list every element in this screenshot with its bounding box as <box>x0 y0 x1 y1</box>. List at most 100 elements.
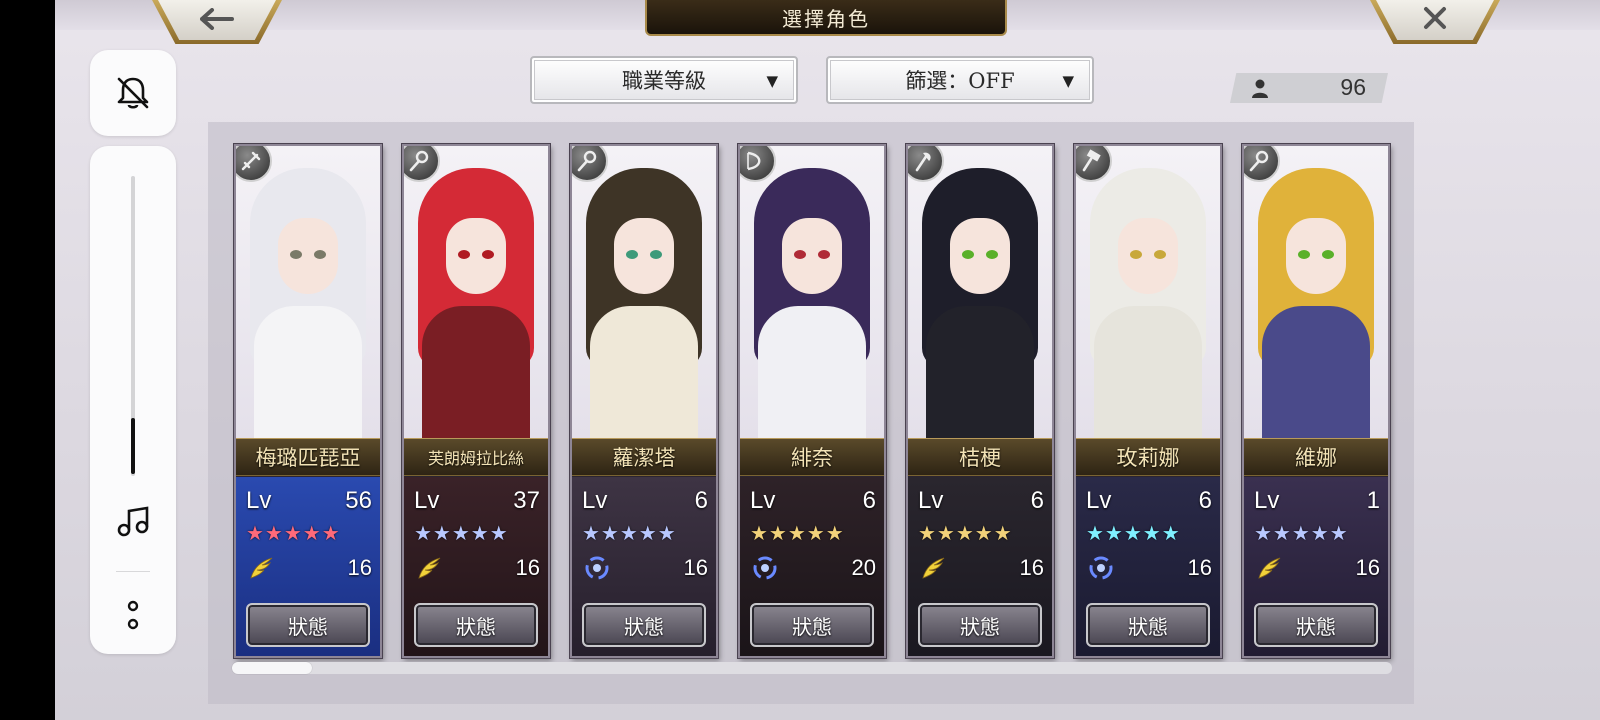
character-portrait[interactable] <box>908 146 1052 441</box>
character-namebar: 維娜 <box>1244 438 1388 476</box>
cost-value: 20 <box>851 555 876 580</box>
level-value: 37 <box>513 487 540 514</box>
game-screen: 選擇角色 職業等級 ▼ 篩選：OFF ▼ 96 梅璐匹琵亞 Lv 56 ★★★★… <box>55 0 1600 720</box>
status-button[interactable]: 狀態 <box>918 603 1042 647</box>
sort-dropdown-label: 職業等級 <box>622 69 706 93</box>
status-button[interactable]: 狀態 <box>246 603 370 647</box>
character-name: 維娜 <box>1295 446 1337 470</box>
wing-icon <box>248 555 274 581</box>
character-stats: Lv 6 ★★★★★ 20 狀態 <box>740 477 884 656</box>
character-portrait[interactable] <box>740 146 884 441</box>
filter-dropdown[interactable]: 篩選：OFF ▼ <box>826 56 1094 104</box>
character-portrait[interactable] <box>572 146 716 441</box>
character-count-badge: 96 <box>1230 73 1388 103</box>
close-icon <box>1423 4 1447 37</box>
status-button[interactable]: 狀態 <box>414 603 538 647</box>
character-card[interactable]: 芙朗姆拉比絲 Lv 37 ★★★★★ 16 狀態 <box>402 144 550 658</box>
character-card[interactable]: 緋奈 Lv 6 ★★★★★ 20 狀態 <box>738 144 886 658</box>
level-label: Lv <box>750 487 776 514</box>
character-namebar: 玫莉娜 <box>1076 438 1220 476</box>
character-card[interactable]: 蘿潔塔 Lv 6 ★★★★★ 16 狀態 <box>570 144 718 658</box>
volume-slider-thumb[interactable] <box>131 418 135 474</box>
wing-icon <box>920 555 946 581</box>
cost-value: 16 <box>683 555 708 580</box>
level-label: Lv <box>1086 487 1112 514</box>
character-stats: Lv 6 ★★★★★ 16 狀態 <box>908 477 1052 656</box>
character-roster: 梅璐匹琵亞 Lv 56 ★★★★★ 16 狀態 芙朗姆拉比絲 Lv 37 ★★★… <box>208 122 1414 704</box>
character-portrait[interactable] <box>236 146 380 441</box>
chevron-down-icon: ▼ <box>766 72 778 90</box>
character-stats: Lv 37 ★★★★★ 16 狀態 <box>404 477 548 656</box>
cost-value: 16 <box>1019 555 1044 580</box>
rarity-stars: ★★★★★ <box>1254 521 1349 545</box>
status-button[interactable]: 狀態 <box>1086 603 1210 647</box>
character-name: 緋奈 <box>791 446 833 470</box>
screen-title-plate: 選擇角色 <box>645 0 1007 36</box>
rarity-stars: ★★★★★ <box>1086 521 1181 545</box>
character-name: 玫莉娜 <box>1116 446 1180 470</box>
sort-dropdown[interactable]: 職業等級 ▼ <box>530 56 798 104</box>
character-portrait[interactable] <box>1076 146 1220 441</box>
level-value: 6 <box>1030 487 1044 514</box>
close-button[interactable] <box>1370 0 1500 44</box>
rarity-stars: ★★★★★ <box>246 521 341 545</box>
wing-icon <box>1256 555 1282 581</box>
status-button[interactable]: 狀態 <box>582 603 706 647</box>
back-arrow-icon <box>200 4 234 37</box>
side-divider <box>116 571 150 572</box>
character-portrait[interactable] <box>1244 146 1388 441</box>
character-name: 芙朗姆拉比絲 <box>427 449 524 468</box>
rarity-stars: ★★★★★ <box>918 521 1013 545</box>
character-name: 梅璐匹琵亞 <box>255 446 361 470</box>
rarity-stars: ★★★★★ <box>750 521 845 545</box>
character-namebar: 芙朗姆拉比絲 <box>404 438 548 476</box>
more-options-icon[interactable] <box>126 598 140 634</box>
level-label: Lv <box>918 487 944 514</box>
level-value: 56 <box>345 487 372 514</box>
volume-panel <box>90 146 176 654</box>
wing-icon <box>416 555 442 581</box>
character-card[interactable]: 桔梗 Lv 6 ★★★★★ 16 狀態 <box>906 144 1054 658</box>
character-stats: Lv 1 ★★★★★ 16 狀態 <box>1244 477 1388 656</box>
person-icon <box>1252 79 1268 98</box>
cost-value: 16 <box>1355 555 1380 580</box>
character-namebar: 緋奈 <box>740 438 884 476</box>
character-name: 桔梗 <box>959 446 1001 470</box>
character-card[interactable]: 玫莉娜 Lv 6 ★★★★★ 16 狀態 <box>1074 144 1222 658</box>
back-button[interactable] <box>152 0 282 44</box>
character-name: 蘿潔塔 <box>612 446 676 470</box>
character-card[interactable]: 維娜 Lv 1 ★★★★★ 16 狀態 <box>1242 144 1390 658</box>
character-card[interactable]: 梅璐匹琵亞 Lv 56 ★★★★★ 16 狀態 <box>234 144 382 658</box>
swirl-icon <box>584 555 610 581</box>
roster-scroll-thumb[interactable] <box>232 662 312 674</box>
level-label: Lv <box>414 487 440 514</box>
character-stats: Lv 6 ★★★★★ 16 狀態 <box>572 477 716 656</box>
character-portrait[interactable] <box>404 146 548 441</box>
notification-toggle[interactable] <box>90 50 176 136</box>
bell-off-icon <box>117 77 149 109</box>
cost-value: 16 <box>515 555 540 580</box>
level-label: Lv <box>1254 487 1280 514</box>
character-stats: Lv 56 ★★★★★ 16 狀態 <box>236 477 380 656</box>
swirl-icon <box>1088 555 1114 581</box>
music-note-icon[interactable] <box>113 501 153 541</box>
level-label: Lv <box>246 487 272 514</box>
chevron-down-icon: ▼ <box>1062 72 1074 90</box>
screen-title: 選擇角色 <box>782 6 870 31</box>
character-namebar: 桔梗 <box>908 438 1052 476</box>
cost-value: 16 <box>347 555 372 580</box>
character-stats: Lv 6 ★★★★★ 16 狀態 <box>1076 477 1220 656</box>
character-namebar: 蘿潔塔 <box>572 438 716 476</box>
level-value: 6 <box>694 487 708 514</box>
filter-dropdown-label: 篩選：OFF <box>905 69 1015 93</box>
status-button[interactable]: 狀態 <box>750 603 874 647</box>
cost-value: 16 <box>1187 555 1212 580</box>
roster-scroll-track[interactable] <box>232 662 1392 674</box>
character-count: 96 <box>1340 74 1366 100</box>
level-value: 1 <box>1366 487 1380 514</box>
rarity-stars: ★★★★★ <box>414 521 509 545</box>
level-value: 6 <box>1198 487 1212 514</box>
level-value: 6 <box>862 487 876 514</box>
swirl-icon <box>752 555 778 581</box>
status-button[interactable]: 狀態 <box>1254 603 1378 647</box>
